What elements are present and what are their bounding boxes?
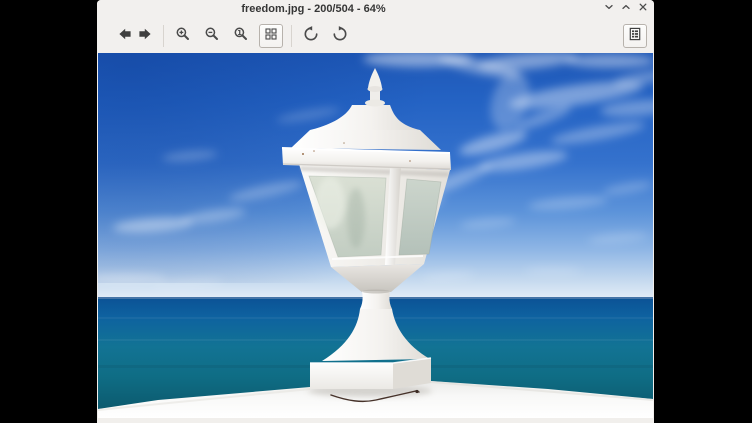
- photo-freedom: [98, 53, 653, 418]
- chevron-up-icon: [620, 0, 632, 18]
- image-gallery-button[interactable]: [623, 24, 647, 48]
- zoom-original-button[interactable]: 1: [230, 24, 252, 48]
- magnifier-1-icon: 1: [233, 26, 249, 45]
- magnifier-plus-icon: [175, 26, 191, 45]
- chevron-down-icon: [603, 0, 615, 18]
- image-viewer-window: freedom.jpg - 200/504 - 64%: [97, 0, 654, 423]
- rotate-cw-icon: [332, 26, 348, 45]
- close-button[interactable]: [637, 3, 649, 15]
- zoom-out-button[interactable]: [201, 24, 223, 48]
- magnifier-minus-icon: [204, 26, 220, 45]
- minimize-button[interactable]: [603, 3, 615, 15]
- rotate-counterclockwise-button[interactable]: [300, 24, 322, 48]
- window-controls: [603, 0, 649, 18]
- close-icon: [637, 0, 649, 18]
- titlebar[interactable]: freedom.jpg - 200/504 - 64%: [97, 0, 654, 18]
- next-image-button[interactable]: [135, 24, 155, 48]
- arrow-left-icon: [117, 26, 133, 45]
- fit-to-window-icon: [263, 26, 279, 45]
- best-fit-button[interactable]: [259, 24, 283, 48]
- rotate-ccw-icon: [303, 26, 319, 45]
- zoom-in-button[interactable]: [172, 24, 194, 48]
- previous-image-button[interactable]: [115, 24, 135, 48]
- toolbar-separator: [163, 25, 164, 47]
- rotate-clockwise-button[interactable]: [329, 24, 351, 48]
- maximize-button[interactable]: [620, 3, 632, 15]
- gallery-icon: [627, 26, 643, 45]
- toolbar-separator: [291, 25, 292, 47]
- arrow-right-icon: [137, 26, 153, 45]
- toolbar: 1: [97, 18, 654, 53]
- image-viewport[interactable]: [98, 53, 653, 418]
- window-title: freedom.jpg - 200/504 - 64%: [97, 0, 530, 18]
- svg-text:1: 1: [237, 29, 242, 37]
